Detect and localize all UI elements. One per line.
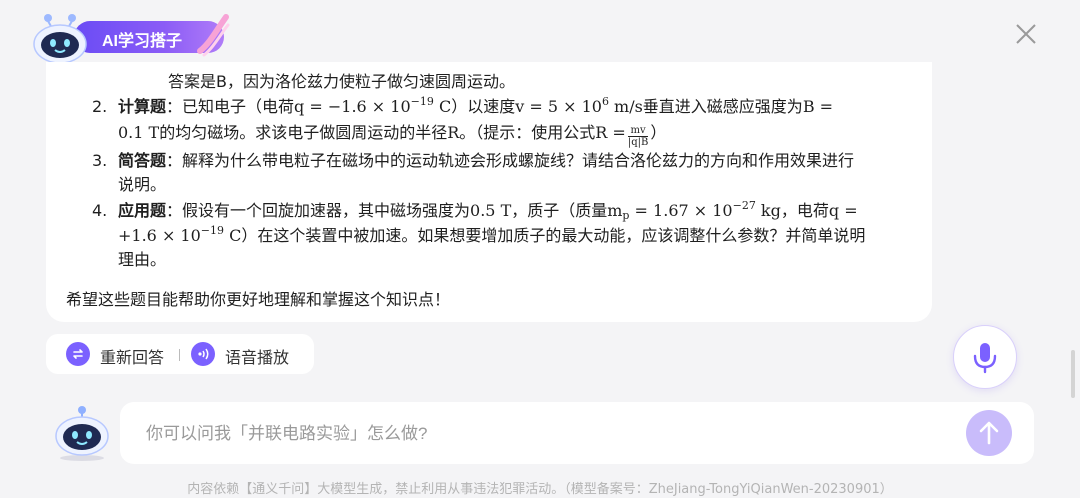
math-expression: B = — [802, 97, 834, 116]
question-item-4-line-1: 应用题：假设有一个回旋加速器，其中磁场强度为0.5 T，质子（质量mp = 1.… — [118, 199, 858, 223]
chat-input-box — [120, 402, 1034, 464]
question-text: 垂直进入磁感应强度为 — [642, 97, 803, 116]
question-text: ：解释为什么带电粒子在磁场中的运动轨迹会形成螺旋线？请结合洛伦兹力的方向和作用效… — [166, 151, 855, 170]
mascot-icon — [33, 14, 87, 64]
item-number: 4. — [92, 201, 108, 220]
mascot-icon — [55, 406, 109, 461]
item-number: 2. — [92, 97, 108, 116]
fraction: mv |q|B — [627, 125, 649, 148]
chat-input[interactable] — [144, 418, 948, 450]
math-expression: q = −1.6 × 10−19 C — [294, 95, 452, 116]
math-expression: +1.6 × 10−19 C — [118, 224, 242, 245]
question-item-3-line-1: 简答题：解释为什么带电粒子在磁场中的运动轨迹会形成螺旋线？请结合洛伦兹力的方向和… — [118, 149, 854, 173]
question-text: ：假设有一个回旋加速器，其中磁场强度为 — [166, 201, 471, 220]
math-expression: 0.1 T — [118, 123, 160, 142]
microphone-icon — [973, 343, 997, 374]
regenerate-button[interactable]: 重新回答 — [66, 342, 176, 367]
question-type: 应用题 — [118, 201, 167, 220]
app-title: AI学习搭子 — [102, 33, 183, 50]
question-text: ）在这个装置中被加速。如果想要增加质子的最大动能，应该调整什么参数？并简单说明 — [241, 226, 866, 245]
item-number: 3. — [92, 151, 108, 170]
previous-answer-line: 答案是B，因为洛伦兹力使粒子做匀速圆周运动。 — [168, 72, 515, 91]
scrollbar[interactable] — [1071, 350, 1075, 398]
question-text: ）以速度 — [451, 97, 516, 116]
divider — [179, 349, 180, 361]
math-expression: q = — [828, 201, 858, 220]
ribbon-decoration-icon — [197, 14, 230, 57]
send-button[interactable] — [966, 410, 1012, 456]
disclaimer: 内容依赖【通义千问】大模型生成，禁止利用从事违法犯罪活动。（模型备案号：ZheJ… — [187, 482, 893, 497]
question-text: ：已知电子（电荷 — [166, 97, 295, 116]
math-expression: 0.5 T — [470, 201, 512, 220]
question-item-2-line-2: 0.1 T的均匀磁场。求该电子做圆周运动的半径R。（提示：使用公式R = mv |q… — [118, 121, 666, 148]
question-text: ） — [650, 123, 667, 142]
regenerate-icon — [66, 342, 90, 366]
math-expression: v = 5 × 106 m/s — [515, 95, 643, 116]
question-item-4-line-3: 理由。 — [118, 250, 167, 269]
voice-play-button[interactable]: 语音播放 — [191, 342, 301, 367]
arrow-up-icon — [979, 421, 999, 445]
close-icon[interactable] — [1012, 20, 1040, 48]
answer-actions: 重新回答 语音播放 — [46, 334, 314, 374]
microphone-button[interactable] — [953, 325, 1017, 389]
math-expression: R = — [595, 123, 626, 142]
app-title-badge: AI学习搭子 — [74, 14, 230, 57]
question-type: 简答题 — [118, 151, 167, 170]
math-expression: R — [447, 123, 460, 142]
question-text: 的均匀磁场。求该电子做圆周运动的半径 — [159, 123, 448, 142]
question-item-2-line-1: 计算题：已知电子（电荷q = −1.6 × 10−19 C）以速度v = 5 ×… — [118, 95, 833, 119]
question-item-3-line-2: 说明。 — [118, 175, 167, 194]
question-text: ，质子（质量 — [511, 201, 608, 220]
regenerate-label: 重新回答 — [100, 348, 165, 367]
question-text: ，电荷 — [780, 201, 829, 220]
question-item-4-line-2: +1.6 × 10−19 C）在这个装置中被加速。如果想要增加质子的最大动能，应… — [118, 224, 865, 248]
answer-card: 答案是B，因为洛伦兹力使粒子做匀速圆周运动。 2. 计算题：已知电子（电荷q =… — [46, 62, 932, 322]
closing-message: 希望这些题目能帮助你更好地理解和掌握这个知识点！ — [66, 290, 451, 309]
speaker-icon — [191, 342, 215, 366]
math-expression: mp = 1.67 × 10−27 kg — [607, 199, 781, 222]
question-type: 计算题 — [118, 97, 167, 116]
question-text: 。（提示：使用公式 — [459, 123, 596, 142]
voice-play-label: 语音播放 — [225, 348, 290, 367]
